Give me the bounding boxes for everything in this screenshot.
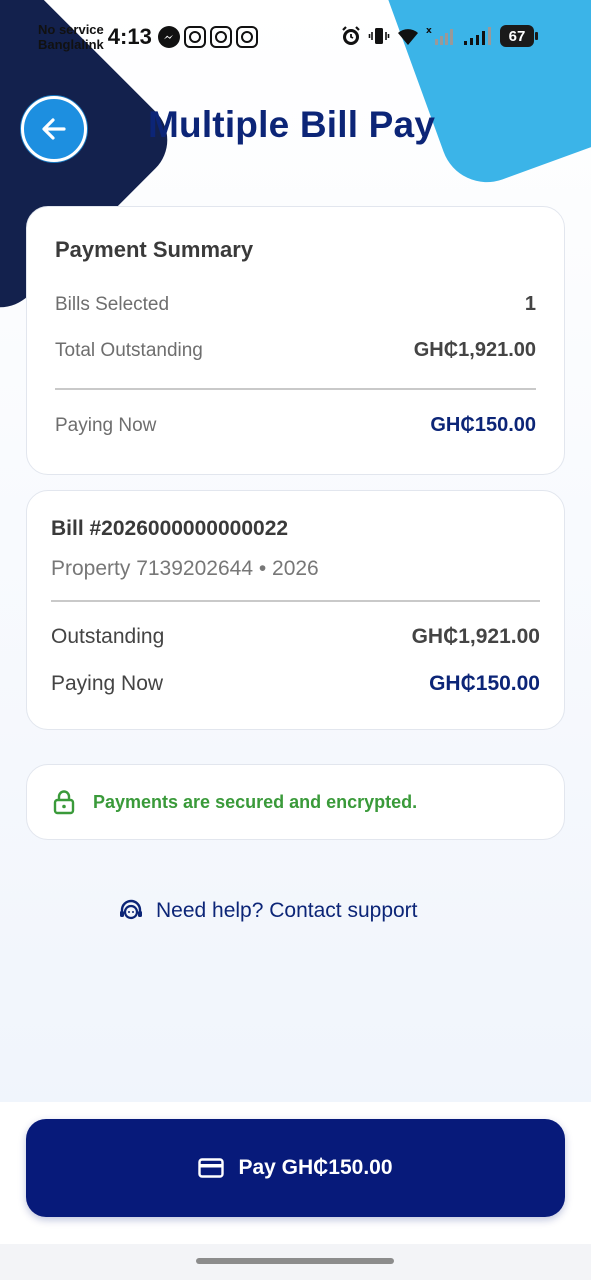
instagram-icon (209, 26, 232, 48)
bill-paying-now-row: Paying Now GH₵150.00 (51, 672, 540, 696)
carrier-info: No service Banglalink (38, 22, 104, 52)
total-outstanding-value: GH₵1,921.00 (413, 339, 536, 361)
bill-paying-now-value: GH₵150.00 (429, 672, 540, 695)
security-notice: Payments are secured and encrypted. (26, 764, 565, 840)
bottom-action-bar: Pay GH₵150.00 (0, 1102, 591, 1244)
summary-divider (55, 388, 536, 390)
signal-sim1-icon: x (426, 24, 456, 48)
status-right: x 67 (340, 24, 538, 48)
back-button[interactable] (21, 96, 87, 162)
status-left: No service Banglalink 4:13 (38, 22, 258, 52)
paying-now-value: GH₵150.00 (430, 414, 536, 436)
status-bar: No service Banglalink 4:13 x 67 (0, 0, 591, 70)
instagram-icon (183, 26, 206, 48)
contact-support-text: Need help? Contact support (156, 899, 418, 922)
lock-icon (53, 789, 77, 815)
bills-selected-value: 1 (524, 293, 536, 315)
page-title: Multiple Bill Pay (148, 104, 436, 145)
total-outstanding-row: Total Outstanding GH₵1,921.00 (55, 339, 536, 362)
vibrate-icon (368, 24, 390, 48)
arrow-left-icon (42, 118, 66, 140)
bill-outstanding-value: GH₵1,921.00 (411, 625, 540, 648)
bill-outstanding-row: Outstanding GH₵1,921.00 (51, 625, 540, 649)
bill-outstanding-label: Outstanding (51, 625, 165, 648)
carrier-line-1: No service (38, 22, 104, 37)
bill-divider (51, 600, 540, 602)
signal-sim2-icon (462, 24, 492, 48)
home-indicator[interactable] (196, 1258, 394, 1264)
paying-now-row: Paying Now GH₵150.00 (55, 414, 536, 437)
carrier-line-2: Banglalink (38, 37, 104, 52)
instagram-icon (235, 26, 258, 48)
support-agent-icon (120, 899, 142, 920)
alarm-icon (340, 24, 362, 48)
messenger-icon (157, 26, 180, 48)
bill-paying-now-label: Paying Now (51, 672, 164, 695)
bill-card[interactable]: Bill #2026000000000022 Property 71392026… (26, 490, 565, 730)
battery-indicator: 67 (500, 25, 538, 47)
bill-title: Bill #2026000000000022 (51, 517, 289, 540)
bill-subtitle: Property 7139202644 • 2026 (51, 557, 319, 580)
svg-text:x: x (426, 26, 432, 36)
bills-selected-row: Bills Selected 1 (55, 293, 536, 316)
notification-icons (157, 26, 258, 48)
wifi-icon (396, 24, 420, 48)
status-time: 4:13 (107, 24, 152, 49)
total-outstanding-label: Total Outstanding (55, 339, 203, 361)
credit-card-icon (198, 1158, 225, 1178)
pay-button[interactable]: Pay GH₵150.00 (26, 1119, 565, 1217)
contact-support-link[interactable]: Need help? Contact support (118, 898, 418, 924)
summary-title: Payment Summary (55, 237, 254, 262)
navigation-bar (0, 1244, 591, 1280)
bills-selected-label: Bills Selected (55, 293, 170, 315)
security-text: Payments are secured and encrypted. (93, 791, 418, 812)
paying-now-label: Paying Now (55, 414, 157, 436)
payment-summary-card: Payment Summary Bills Selected 1 Total O… (26, 206, 565, 475)
pay-button-label: Pay GH₵150.00 (238, 1156, 393, 1179)
